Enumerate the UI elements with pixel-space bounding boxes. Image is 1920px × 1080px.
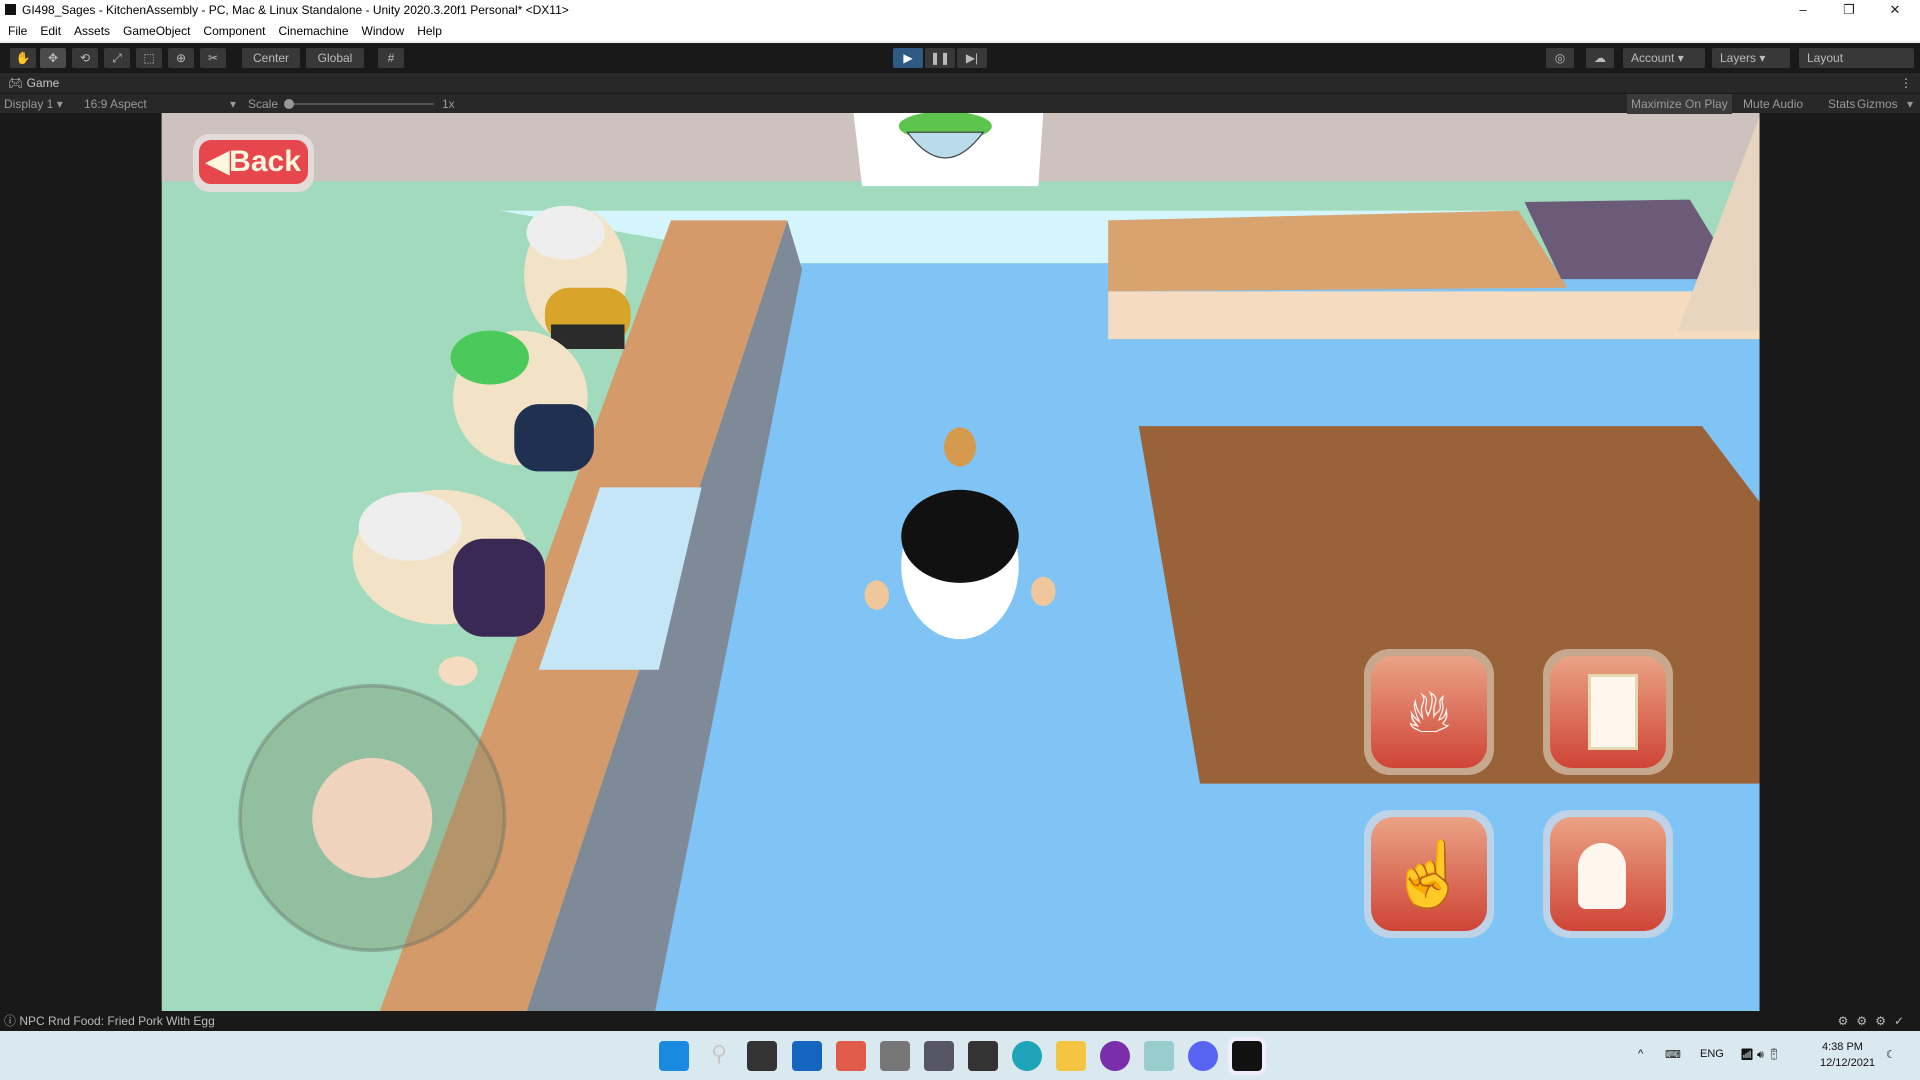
fire-button[interactable]: 🔥︎ bbox=[1364, 649, 1494, 775]
menu-bar: File Edit Assets GameObject Component Ci… bbox=[0, 20, 1920, 43]
unity-hub-icon[interactable] bbox=[968, 1041, 998, 1071]
fridge-button[interactable] bbox=[1543, 649, 1673, 775]
pause-button[interactable]: ❚❚ bbox=[925, 48, 955, 68]
menu-gameobject[interactable]: GameObject bbox=[123, 24, 190, 38]
back-label: Back bbox=[229, 145, 301, 178]
menu-help[interactable]: Help bbox=[417, 24, 442, 38]
fridge-icon bbox=[1550, 656, 1666, 768]
toolbar: ✋ ✥ ⟲ ⤢ ⬚ ⊕ ✂ Center Global # ▶ ❚❚ ▶| ◎ … bbox=[0, 43, 1920, 73]
status-bar: ⓘ NPC Rnd Food: Fried Pork With Egg ⚙⚙⚙✓ bbox=[0, 1011, 1920, 1031]
maximize-on-play-toggle[interactable]: Maximize On Play bbox=[1627, 94, 1732, 114]
scale-label: Scale bbox=[248, 97, 279, 111]
serve-button[interactable] bbox=[1543, 810, 1673, 938]
scale-slider-handle[interactable] bbox=[284, 99, 294, 109]
discord-icon[interactable] bbox=[1188, 1041, 1218, 1071]
move-tool-icon[interactable]: ✥ bbox=[40, 48, 66, 68]
unity-logo-icon bbox=[5, 4, 16, 15]
layout-label: Layout bbox=[1807, 51, 1844, 65]
wifi-volume-battery-icons[interactable]: 📶︎ 🔊︎ 🔋︎ bbox=[1740, 1048, 1781, 1062]
keyboard-icon[interactable]: ⌨ bbox=[1665, 1048, 1681, 1061]
mute-audio-toggle[interactable]: Mute Audio bbox=[1739, 94, 1807, 114]
info-icon: ⓘ bbox=[4, 1014, 17, 1028]
pivot-center-button[interactable]: Center bbox=[242, 48, 300, 68]
display-dropdown[interactable]: Display 1 ▾ bbox=[0, 94, 78, 114]
edge-icon[interactable] bbox=[1012, 1041, 1042, 1071]
rect-tool-icon[interactable]: ⬚ bbox=[136, 48, 162, 68]
more-icon[interactable]: ⋮ bbox=[1900, 73, 1912, 93]
aspect-label: 16:9 Aspect bbox=[84, 97, 147, 111]
scale-value: 1x bbox=[442, 97, 455, 111]
account-label: Account bbox=[1631, 51, 1675, 65]
focus-assist-icon[interactable]: ☾ bbox=[1886, 1048, 1896, 1061]
scale-slider[interactable] bbox=[284, 99, 434, 109]
settings-app-icon[interactable] bbox=[880, 1041, 910, 1071]
menu-cinemachine[interactable]: Cinemachine bbox=[278, 24, 348, 38]
menu-window[interactable]: Window bbox=[362, 24, 405, 38]
collab-icon[interactable]: ◎ bbox=[1546, 48, 1574, 68]
game-tab[interactable]: 🎮︎ Game ⋮ bbox=[0, 73, 1920, 93]
joystick-handle bbox=[312, 757, 433, 878]
gizmos-toggle[interactable]: Gizmos bbox=[1853, 94, 1902, 114]
game-tab-label: Game bbox=[26, 76, 60, 90]
aspect-dropdown[interactable]: 16:9 Aspect ▾ bbox=[80, 94, 240, 114]
back-counter bbox=[1108, 210, 1568, 292]
task-view-icon[interactable] bbox=[747, 1041, 777, 1071]
resource-monitor-icon[interactable] bbox=[1144, 1041, 1174, 1071]
snipping-tool-icon[interactable] bbox=[836, 1041, 866, 1071]
github-desktop-icon[interactable] bbox=[1100, 1041, 1130, 1071]
scale-tool-icon[interactable]: ⤢ bbox=[104, 48, 130, 68]
tray-chevron-icon[interactable]: ^ bbox=[1638, 1048, 1643, 1060]
file-explorer-icon[interactable] bbox=[1056, 1041, 1086, 1071]
close-button[interactable]: ✕ bbox=[1872, 0, 1918, 20]
start-icon[interactable] bbox=[659, 1041, 689, 1071]
taskbar: ⚲ ^ ⌨ ENG 📶︎ 🔊︎ 🔋︎ 4:38 PM 12/12/2021 ☾ bbox=[0, 1031, 1920, 1080]
game-view-toolbar: Display 1 ▾ 16:9 Aspect ▾ Scale 1x Maximi… bbox=[0, 93, 1920, 114]
menu-edit[interactable]: Edit bbox=[40, 24, 61, 38]
joystick[interactable] bbox=[238, 683, 507, 953]
grid-snap-icon[interactable]: # bbox=[378, 48, 404, 68]
interact-button[interactable]: ☝ bbox=[1364, 810, 1494, 938]
status-message[interactable]: NPC Rnd Food: Fried Pork With Egg bbox=[19, 1014, 214, 1028]
cloud-icon[interactable]: ☁ bbox=[1586, 48, 1614, 68]
layout-dropdown[interactable]: Layout bbox=[1799, 48, 1914, 68]
back-counter-front bbox=[1108, 291, 1760, 340]
display-label: Display 1 bbox=[4, 97, 54, 111]
restore-button[interactable]: ❐ bbox=[1826, 0, 1872, 20]
running-ghost-icon bbox=[1550, 817, 1666, 931]
language-indicator[interactable]: ENG bbox=[1700, 1048, 1724, 1060]
back-arrow-icon: ◀ bbox=[206, 145, 230, 178]
menu-assets[interactable]: Assets bbox=[74, 24, 110, 38]
search-icon[interactable]: ⚲ bbox=[704, 1041, 734, 1071]
hand-tool-icon[interactable]: ✋ bbox=[10, 48, 36, 68]
custom-tool-icon[interactable]: ✂ bbox=[200, 48, 226, 68]
layers-dropdown[interactable]: Layers ▾ bbox=[1712, 48, 1790, 68]
space-global-button[interactable]: Global bbox=[306, 48, 364, 68]
back-button[interactable]: ◀Back bbox=[193, 134, 314, 192]
clock-date[interactable]: 12/12/2021 bbox=[1820, 1057, 1875, 1069]
step-button[interactable]: ▶| bbox=[957, 48, 987, 68]
clock-time[interactable]: 4:38 PM bbox=[1822, 1041, 1863, 1053]
hand-pointer-icon: ☝ bbox=[1371, 817, 1487, 931]
status-icons[interactable]: ⚙⚙⚙✓ bbox=[1838, 1011, 1912, 1031]
settings-gear-icon[interactable] bbox=[924, 1041, 954, 1071]
window-title: GI498_Sages - KitchenAssembly - PC, Mac … bbox=[22, 3, 569, 17]
transform-tool-icon[interactable]: ⊕ bbox=[168, 48, 194, 68]
gizmos-dropdown-icon[interactable]: ▾ bbox=[1903, 94, 1917, 114]
fire-icon: 🔥︎ bbox=[1371, 656, 1487, 768]
gamepad-icon: 🎮︎ bbox=[8, 76, 27, 90]
rotate-tool-icon[interactable]: ⟲ bbox=[72, 48, 98, 68]
account-dropdown[interactable]: Account ▾ bbox=[1623, 48, 1705, 68]
minimize-button[interactable]: – bbox=[1780, 0, 1826, 20]
menu-component[interactable]: Component bbox=[203, 24, 265, 38]
widgets-icon[interactable] bbox=[792, 1041, 822, 1071]
menu-file[interactable]: File bbox=[8, 24, 27, 38]
title-bar: GI498_Sages - KitchenAssembly - PC, Mac … bbox=[0, 0, 1920, 20]
play-button[interactable]: ▶ bbox=[893, 48, 923, 68]
unity-editor-icon[interactable] bbox=[1228, 1037, 1266, 1075]
layers-label: Layers bbox=[1720, 51, 1757, 65]
